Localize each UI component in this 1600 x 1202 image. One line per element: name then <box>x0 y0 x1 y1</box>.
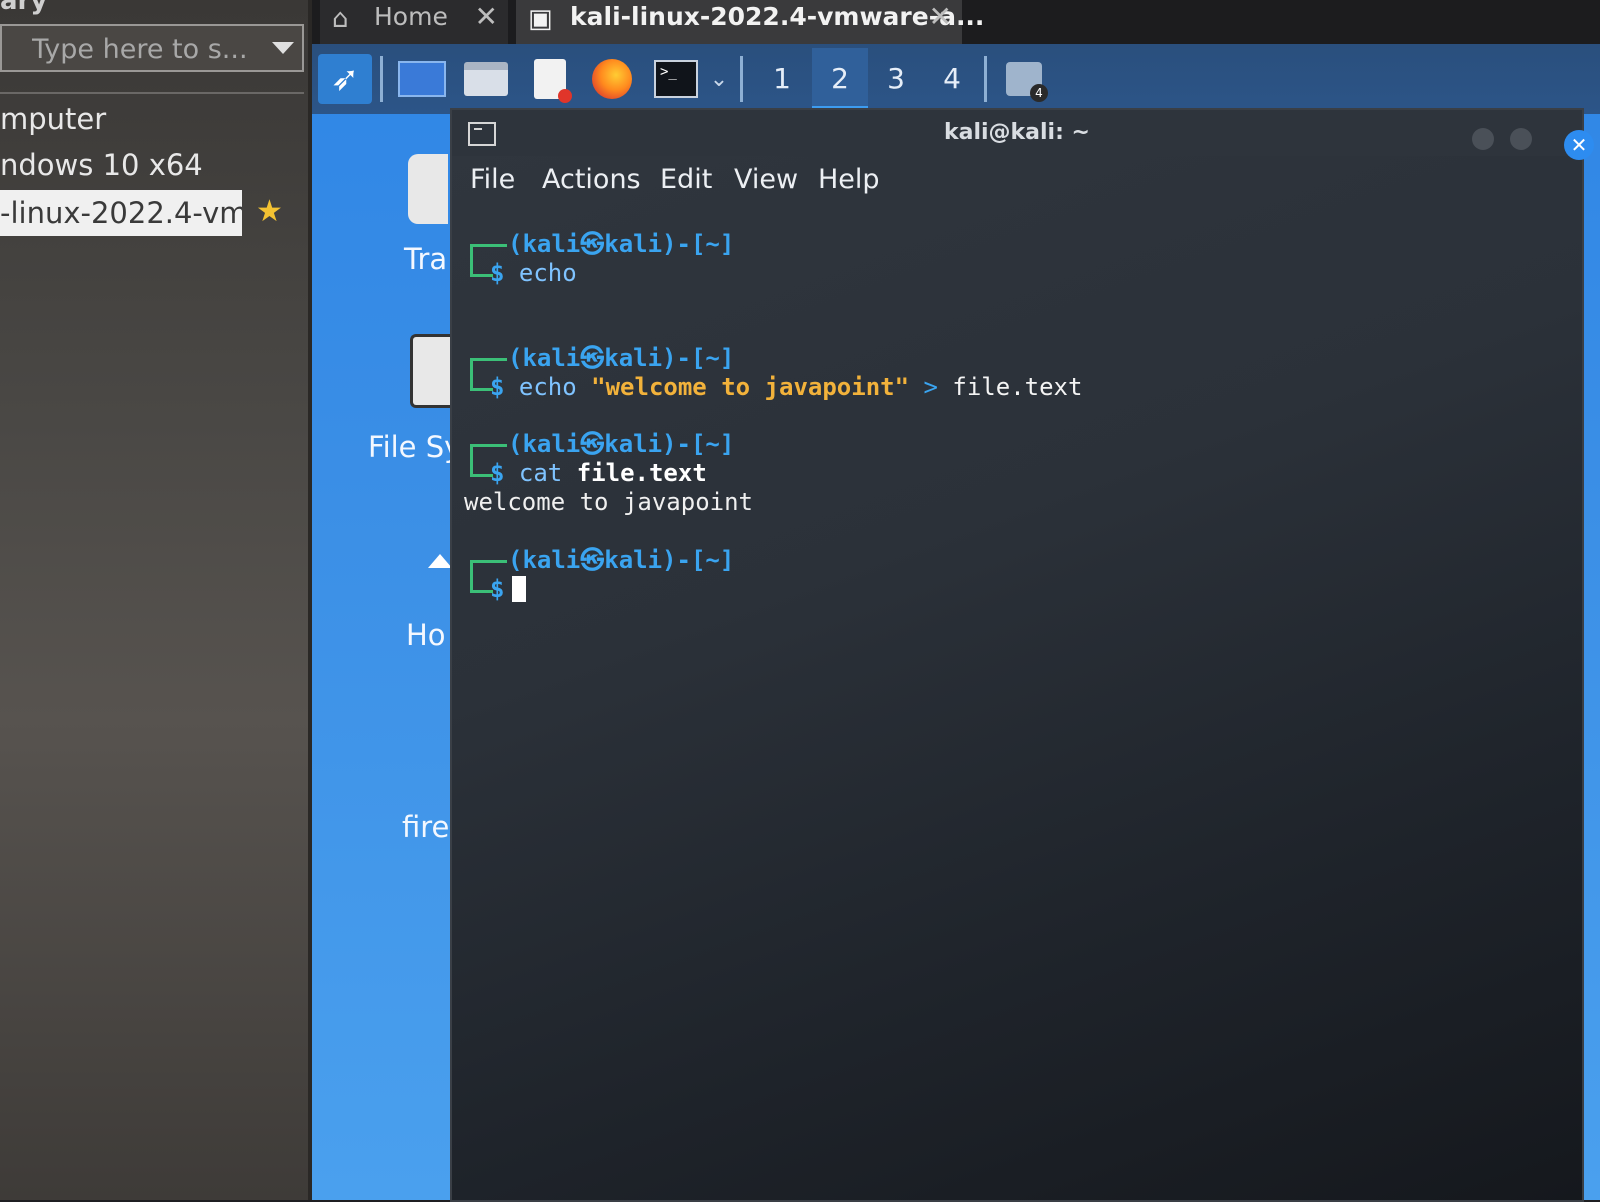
terminal-output[interactable]: (kali㉿kali)-[~] $ echo (kali㉿kali)-[~] $… <box>464 230 1564 1170</box>
tree-item-kali-vm[interactable]: -linux-2022.4-vm <box>0 190 242 236</box>
command-string-arg: "welcome to javapoint" <box>591 373 910 401</box>
show-desktop-button[interactable] <box>394 54 450 104</box>
close-icon[interactable]: ✕ <box>475 0 498 34</box>
home-folder-icon[interactable] <box>428 554 452 568</box>
tab-kali-label: kali-linux-2022.4-vmware-a... <box>570 2 985 31</box>
vm-icon: ▣ <box>528 4 553 34</box>
tab-kali-vm[interactable]: ▣ kali-linux-2022.4-vmware-a... ✕ <box>516 0 984 44</box>
shell-prompt: (kali㉿kali)-[~] <box>508 430 735 458</box>
search-dropdown-arrow-icon[interactable] <box>272 42 294 54</box>
top-panel: ➶ >_ ⌄ 1 2 3 4 4 <box>312 44 1600 114</box>
tree-item-windows-vm[interactable]: ndows 10 x64 <box>0 148 300 182</box>
library-title: ary <box>0 0 48 16</box>
close-icon[interactable]: ✕ <box>929 0 952 34</box>
shell-prompt: (kali㉿kali)-[~] <box>508 344 735 372</box>
favorite-star-icon[interactable]: ★ <box>256 194 283 229</box>
terminal-dropdown-button[interactable]: ⌄ <box>704 54 734 104</box>
window-switcher-icon: 4 <box>1006 62 1048 102</box>
chevron-down-icon: ⌄ <box>709 66 729 92</box>
menu-edit[interactable]: Edit <box>660 164 712 195</box>
kali-menu-button[interactable]: ➶ <box>318 54 372 104</box>
menu-actions[interactable]: Actions <box>542 164 641 195</box>
workspace-3-button[interactable]: 3 <box>868 48 924 110</box>
desktop-icon-filesystem-label[interactable]: File Sy <box>368 430 461 464</box>
drive-icon[interactable] <box>410 334 450 408</box>
terminal-launcher-button[interactable]: >_ <box>648 54 704 104</box>
workspace-2-button[interactable]: 2 <box>812 48 868 110</box>
desktop-icon-home-label[interactable]: Ho <box>406 618 446 652</box>
menu-view[interactable]: View <box>734 164 798 195</box>
window-switcher-button[interactable]: 4 <box>996 54 1052 104</box>
terminal-titlebar[interactable]: kali@kali: ~ <box>452 110 1582 156</box>
vm-tab-bar: ⌂ Home ✕ ▣ kali-linux-2022.4-vmware-a...… <box>312 0 1600 44</box>
window-count-badge: 4 <box>1030 84 1048 102</box>
firefox-icon <box>592 59 632 99</box>
terminal-window[interactable]: kali@kali: ~ ✕ File Actions Edit View He… <box>452 110 1594 1200</box>
home-icon: ⌂ <box>332 4 349 34</box>
folder-icon <box>464 62 508 96</box>
text-editor-icon <box>534 59 572 103</box>
menu-help[interactable]: Help <box>818 164 880 195</box>
terminal-menubar: File Actions Edit View Help <box>452 160 1582 206</box>
command: echo <box>518 259 577 287</box>
minimize-button[interactable] <box>1472 128 1494 150</box>
trash-icon[interactable] <box>408 154 448 224</box>
text-cursor <box>512 576 527 602</box>
tree-item-my-computer[interactable]: mputer <box>0 102 300 136</box>
shell-prompt: (kali㉿kali)-[~] <box>508 546 735 574</box>
command-file-arg: file.text <box>576 459 707 487</box>
desktop-icon <box>398 61 446 97</box>
command-file-arg: file.text <box>952 373 1083 401</box>
command-output: welcome to javapoint <box>464 488 753 516</box>
library-search-input[interactable] <box>30 30 264 68</box>
firefox-button[interactable] <box>584 54 640 104</box>
panel-separator <box>380 56 383 102</box>
terminal-title: kali@kali: ~ <box>943 120 1090 145</box>
library-search-box[interactable] <box>0 24 304 72</box>
panel-separator <box>740 56 743 102</box>
tab-home-label: Home <box>374 2 448 31</box>
menu-file[interactable]: File <box>470 164 515 195</box>
shell-prompt: (kali㉿kali)-[~] <box>508 230 735 258</box>
redirect-operator: > <box>923 373 938 401</box>
vm-library-sidebar: ary mputer ndows 10 x64 -linux-2022.4-vm… <box>0 0 312 1200</box>
command: echo <box>518 373 577 401</box>
workspace-4-button[interactable]: 4 <box>924 48 980 110</box>
kali-dragon-icon: ➶ <box>330 59 360 99</box>
workspace-1-button[interactable]: 1 <box>754 48 810 110</box>
terminal-icon: >_ <box>654 60 698 98</box>
close-button[interactable]: ✕ <box>1564 130 1594 160</box>
desktop-icon-firefox-label[interactable]: fire <box>402 810 449 844</box>
maximize-button[interactable] <box>1510 128 1532 150</box>
tab-home[interactable]: ⌂ Home ✕ <box>320 0 508 44</box>
panel-separator <box>984 56 987 102</box>
text-editor-button[interactable] <box>522 54 578 104</box>
library-tree: mputer ndows 10 x64 -linux-2022.4-vm ★ <box>0 92 304 1202</box>
file-manager-button[interactable] <box>458 54 514 104</box>
desktop-icon-trash-label[interactable]: Tra <box>404 242 447 276</box>
command: cat <box>518 459 563 487</box>
